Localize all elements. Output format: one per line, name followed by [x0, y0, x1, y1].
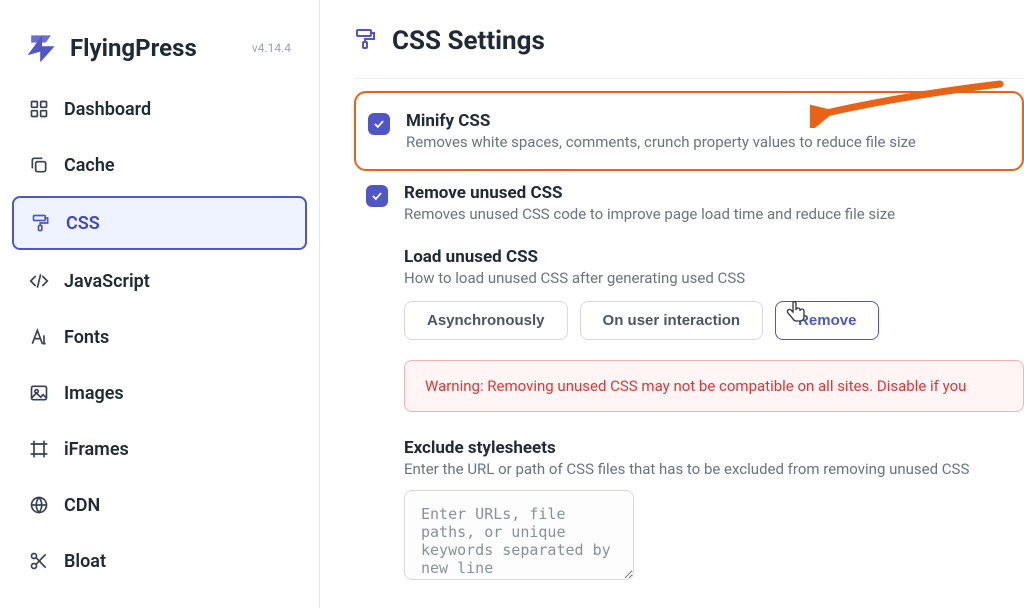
- exclude-title: Exclude stylesheets: [404, 438, 1024, 458]
- load-unused-desc: How to load unused CSS after generating …: [404, 269, 1024, 287]
- sidebar-item-javascript[interactable]: JavaScript: [12, 256, 307, 306]
- flyingpress-logo-icon: [24, 30, 60, 66]
- frame-icon: [28, 438, 50, 460]
- sidebar-item-fonts[interactable]: Fonts: [12, 312, 307, 362]
- option-on-user-interaction[interactable]: On user interaction: [580, 301, 764, 340]
- setting-minify-css: Minify CSS Removes white spaces, comment…: [354, 91, 1024, 171]
- load-unused-title: Load unused CSS: [404, 247, 1024, 267]
- sidebar: FlyingPress v4.14.4 Dashboard Cache CSS: [0, 0, 320, 608]
- checkbox-minify-css[interactable]: [368, 113, 390, 135]
- main-panel: CSS Settings Minify CSS Removes white sp…: [320, 0, 1024, 608]
- option-remove[interactable]: Remove: [775, 301, 879, 340]
- paint-roller-icon: [30, 212, 52, 234]
- exclude-desc: Enter the URL or path of CSS files that …: [404, 460, 1024, 478]
- copy-icon: [28, 154, 50, 176]
- sidebar-item-label: Dashboard: [64, 99, 151, 120]
- sidebar-item-iframes[interactable]: iFrames: [12, 424, 307, 474]
- sidebar-item-label: Fonts: [64, 327, 109, 348]
- page-title: CSS Settings: [392, 26, 545, 56]
- setting-title: Minify CSS: [406, 111, 998, 131]
- paint-roller-icon: [354, 27, 378, 55]
- grid-icon: [28, 98, 50, 120]
- sidebar-item-label: Bloat: [64, 551, 106, 572]
- sidebar-item-cache[interactable]: Cache: [12, 140, 307, 190]
- option-asynchronously[interactable]: Asynchronously: [404, 301, 568, 340]
- sidebar-item-label: JavaScript: [64, 271, 150, 292]
- checkbox-remove-unused-css[interactable]: [366, 185, 388, 207]
- sidebar-item-bloat[interactable]: Bloat: [12, 536, 307, 586]
- sidebar-item-label: CSS: [66, 213, 100, 234]
- image-icon: [28, 382, 50, 404]
- sidebar-item-label: iFrames: [64, 439, 129, 460]
- font-icon: [28, 326, 50, 348]
- nav: Dashboard Cache CSS JavaScript Fonts: [12, 84, 307, 586]
- scissors-icon: [28, 550, 50, 572]
- sidebar-item-cdn[interactable]: CDN: [12, 480, 307, 530]
- page-header: CSS Settings: [354, 26, 1024, 79]
- setting-desc: Removes white spaces, comments, crunch p…: [406, 133, 998, 151]
- sidebar-item-label: Cache: [64, 155, 115, 176]
- setting-remove-unused-css: Remove unused CSS Removes unused CSS cod…: [354, 171, 1024, 235]
- load-unused-section: Load unused CSS How to load unused CSS a…: [354, 247, 1024, 584]
- warning-box: Warning: Removing unused CSS may not be …: [404, 360, 1024, 412]
- sidebar-item-label: Images: [64, 383, 124, 404]
- sidebar-item-css[interactable]: CSS: [12, 196, 307, 250]
- setting-desc: Removes unused CSS code to improve page …: [404, 205, 1000, 223]
- brand: FlyingPress v4.14.4: [12, 24, 307, 84]
- exclude-stylesheets-textarea[interactable]: [404, 490, 634, 580]
- brand-name: FlyingPress: [70, 34, 197, 62]
- sidebar-item-dashboard[interactable]: Dashboard: [12, 84, 307, 134]
- sidebar-item-images[interactable]: Images: [12, 368, 307, 418]
- load-unused-options: Asynchronously On user interaction Remov…: [404, 301, 1024, 340]
- version-label: v4.14.4: [252, 41, 295, 55]
- sidebar-item-label: CDN: [64, 495, 100, 516]
- code-icon: [28, 270, 50, 292]
- globe-icon: [28, 494, 50, 516]
- setting-title: Remove unused CSS: [404, 183, 1000, 203]
